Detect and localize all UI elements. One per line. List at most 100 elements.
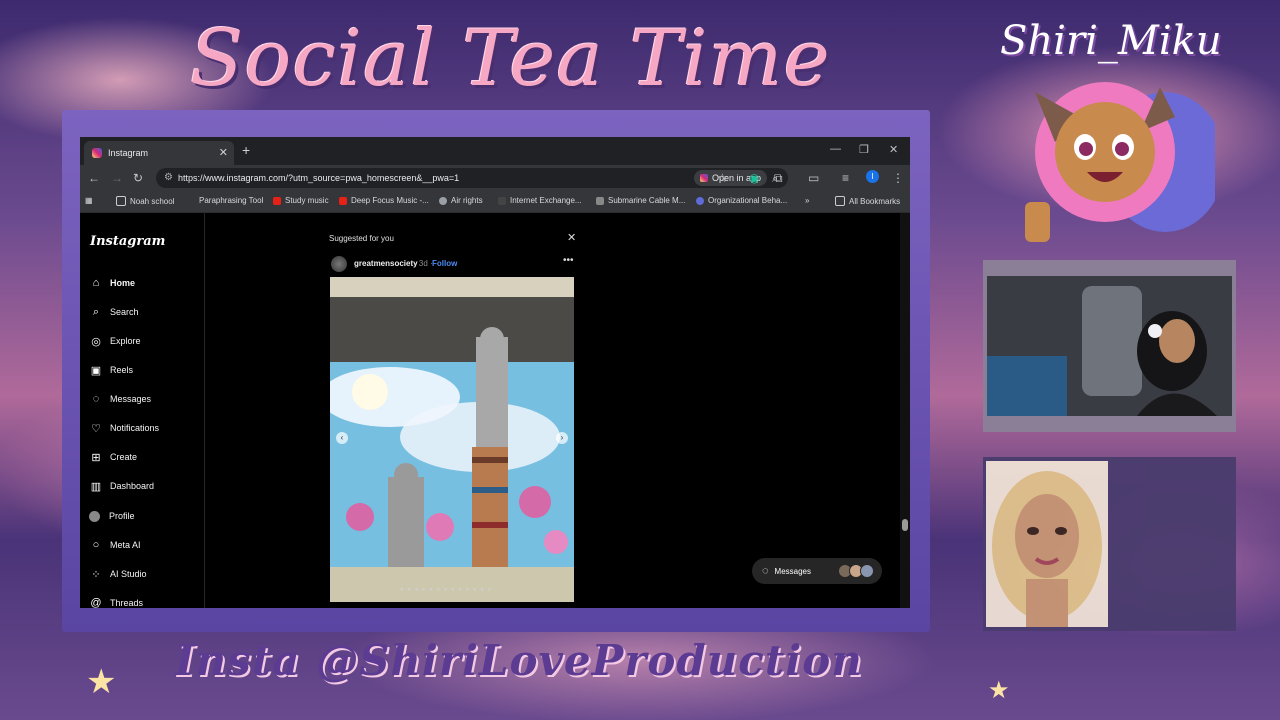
webcam-frame-bottom xyxy=(983,457,1236,631)
minimize-icon[interactable]: — xyxy=(830,143,841,155)
heart-icon: ♡ xyxy=(91,422,101,435)
profile-avatar-icon[interactable]: I xyxy=(866,170,879,183)
url-text: https://www.instagram.com/?utm_source=pw… xyxy=(178,173,460,183)
nav-search[interactable]: ⌕ Search xyxy=(89,303,139,321)
dashboard-icon: ▥ xyxy=(90,480,102,493)
webcam-feed xyxy=(987,276,1232,416)
bookmark-label: Submarine Cable M... xyxy=(608,196,686,205)
prev-arrow-icon[interactable]: ‹ xyxy=(336,432,348,444)
apps-grid-icon[interactable]: ▦ xyxy=(85,196,93,205)
bookmark-item[interactable]: Noah school xyxy=(116,196,174,206)
grammarly-icon[interactable]: ◉ xyxy=(749,171,759,185)
nav-label: Create xyxy=(110,452,138,462)
menu-kebab-icon[interactable]: ⋮ xyxy=(892,171,904,185)
stream-title: Social Tea Time xyxy=(190,14,831,104)
avatar xyxy=(860,564,874,578)
close-icon[interactable]: ✕ xyxy=(567,231,576,244)
message-avatars xyxy=(838,564,874,578)
forward-icon[interactable]: → xyxy=(111,171,123,185)
nav-label: Dashboard xyxy=(110,481,155,491)
bookmark-item[interactable]: All Bookmarks xyxy=(835,196,900,206)
nav-label: Messages xyxy=(110,394,152,404)
instagram-favicon-icon xyxy=(92,148,102,158)
messages-label: Messages xyxy=(774,566,812,576)
suggested-header: Suggested for you xyxy=(329,234,394,243)
instagram-sidebar: Instagram ⌂ Home ⌕ Search ◎ Explore ▣ Reels … xyxy=(80,213,205,608)
nav-create[interactable]: ⊞ Create xyxy=(89,448,137,466)
bookmark-item[interactable]: Submarine Cable M... xyxy=(596,196,685,205)
nav-notifications[interactable]: ♡ Notifications xyxy=(89,419,159,437)
instagram-icon xyxy=(700,174,708,182)
webcam-frame-top xyxy=(983,260,1236,432)
reading-list-icon[interactable]: ≡ xyxy=(842,171,849,185)
cast-icon[interactable]: ▭ xyxy=(808,171,819,185)
messages-button[interactable]: ◌ Messages xyxy=(752,558,882,584)
nav-dashboard[interactable]: ▥ Dashboard xyxy=(89,477,154,495)
nav-label: Search xyxy=(110,307,139,317)
tab-instagram[interactable]: Instagram ✕ xyxy=(84,141,234,165)
bookmark-item[interactable]: Organizational Beha... xyxy=(696,196,787,205)
next-arrow-icon[interactable]: › xyxy=(556,432,568,444)
bookmark-label: Deep Focus Music -... xyxy=(351,196,429,205)
bookmark-label: Internet Exchange... xyxy=(510,196,582,205)
site-info-icon[interactable]: ⚙ xyxy=(164,168,173,188)
nav-label: AI Studio xyxy=(110,569,147,579)
nav-profile[interactable]: Profile xyxy=(89,507,135,525)
carousel-dots: ● ● ● ● ● ● ● ● ● ● ● ● ● xyxy=(400,587,493,593)
post-avatar[interactable] xyxy=(331,256,347,272)
browser-window: Instagram ✕ + — ❐ ✕ ← → ↻ ⚙ https://www.… xyxy=(80,137,910,608)
tab-strip: Instagram ✕ + — ❐ ✕ xyxy=(80,137,910,165)
nav-label: Notifications xyxy=(110,423,160,433)
address-bar[interactable]: ⚙ https://www.instagram.com/?utm_source=… xyxy=(156,168,788,188)
nav-label: Explore xyxy=(110,336,141,346)
reload-icon[interactable]: ↻ xyxy=(133,171,143,185)
more-options-icon[interactable]: ••• xyxy=(563,255,574,266)
back-icon[interactable]: ← xyxy=(88,171,100,185)
messenger-icon: ◌ xyxy=(762,565,769,577)
compass-icon: ◎ xyxy=(91,335,101,348)
browser-toolbar: ← → ↻ ⚙ https://www.instagram.com/?utm_s… xyxy=(80,165,910,192)
maximize-icon[interactable]: ❐ xyxy=(859,143,869,156)
instagram-logo[interactable]: Instagram xyxy=(90,234,165,249)
post-username[interactable]: greatmensociety xyxy=(354,259,418,268)
profile-photo xyxy=(986,461,1108,627)
new-tab-icon[interactable]: + xyxy=(242,142,250,158)
nav-threads[interactable]: @ Threads xyxy=(89,594,143,608)
home-icon: ⌂ xyxy=(92,277,100,289)
instagram-page: Instagram ⌂ Home ⌕ Search ◎ Explore ▣ Reels … xyxy=(80,213,910,608)
more-bookmarks-icon[interactable]: » xyxy=(805,196,809,205)
bookmark-label: All Bookmarks xyxy=(849,196,901,206)
reels-icon: ▣ xyxy=(90,364,102,377)
messenger-icon: ◌ xyxy=(92,393,100,405)
meta-ai-icon: ○ xyxy=(92,539,100,551)
nav-home[interactable]: ⌂ Home xyxy=(89,274,135,292)
bookmark-label: Study music xyxy=(285,196,329,205)
nav-label: Home xyxy=(110,278,136,288)
bookmark-item[interactable]: Paraphrasing Tool xyxy=(199,196,263,205)
streamer-name: Shiri_Miku xyxy=(1000,18,1222,64)
nav-meta-ai[interactable]: ○ Meta AI xyxy=(89,536,141,554)
nav-ai-studio[interactable]: ⁘ AI Studio xyxy=(89,565,147,583)
bookmark-item[interactable]: Air rights xyxy=(439,196,483,205)
extensions-icon[interactable]: ⧉ xyxy=(774,171,783,186)
tab-close-icon[interactable]: ✕ xyxy=(219,146,228,159)
bookmark-label: Noah school xyxy=(130,196,175,206)
follow-button[interactable]: Follow xyxy=(432,259,457,268)
bookmark-label: Organizational Beha... xyxy=(708,196,788,205)
page-scrollbar[interactable] xyxy=(900,213,910,608)
ai-studio-icon: ⁘ xyxy=(91,568,101,581)
scrollbar-thumb[interactable] xyxy=(902,519,908,531)
nav-messages[interactable]: ◌ Messages xyxy=(89,390,151,408)
bookmark-item[interactable]: Study music xyxy=(273,196,329,205)
bookmark-item[interactable]: Deep Focus Music -... xyxy=(339,196,429,205)
nav-explore[interactable]: ◎ Explore xyxy=(89,332,141,350)
bookmark-item[interactable]: Internet Exchange... xyxy=(498,196,582,205)
nav-reels[interactable]: ▣ Reels xyxy=(89,361,133,379)
nav-label: Reels xyxy=(110,365,134,375)
bookmark-star-icon[interactable]: ☆ xyxy=(717,171,728,185)
insta-handle: Insta @ShiriLoveProduction xyxy=(175,636,863,685)
threads-icon: @ xyxy=(90,597,102,608)
close-window-icon[interactable]: ✕ xyxy=(889,143,898,156)
post-image[interactable]: ‹ › ● ● ● ● ● ● ● ● ● ● ● ● ● xyxy=(330,277,574,602)
star-decoration: ★ xyxy=(988,677,1010,704)
